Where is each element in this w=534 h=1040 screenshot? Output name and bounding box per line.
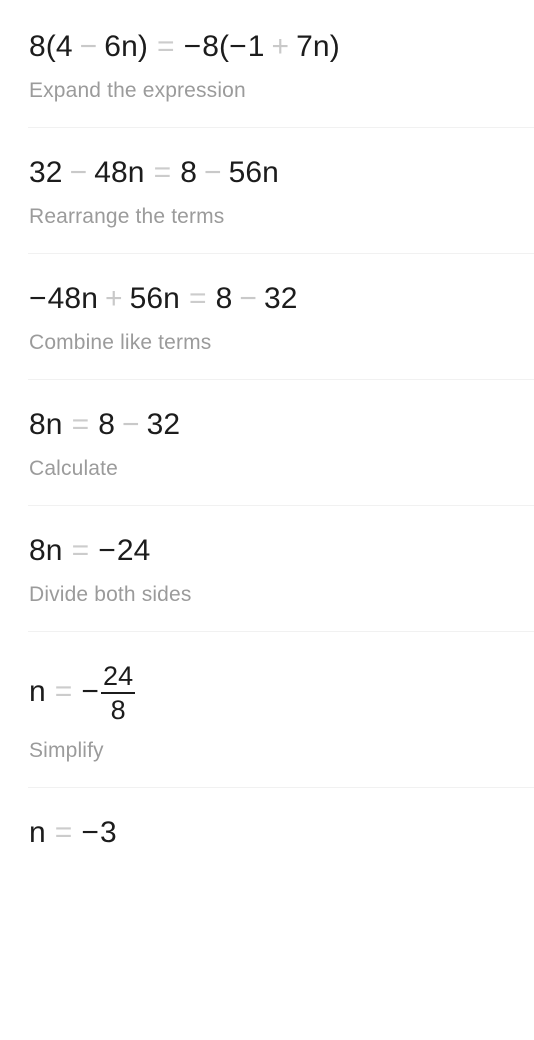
- equation-term: 8n: [29, 408, 63, 441]
- operator-symbol: −: [239, 282, 258, 315]
- equation: n = −24 8: [29, 658, 522, 726]
- solution-steps-list: 8(4−6n) = −8(−1 +7n) Expand the expression 32…: [0, 0, 534, 874]
- equation-term: 32: [264, 282, 298, 315]
- step-caption: Simplify: [29, 739, 104, 762]
- operator-symbol: −: [122, 408, 140, 441]
- equation-term: 48n: [47, 282, 98, 315]
- equation-term: 8: [98, 408, 115, 441]
- equation-term: 8n: [29, 534, 63, 567]
- equation-term: 48n: [94, 156, 145, 189]
- step-caption: Combine like terms: [29, 331, 212, 354]
- step-caption: Calculate: [29, 457, 118, 480]
- solution-step: 8n = −24 Divide both sides: [28, 505, 534, 631]
- equals-symbol: =: [156, 30, 175, 63]
- equation-term: 56n: [129, 282, 180, 315]
- operator-symbol: −: [79, 30, 98, 63]
- equation-term: 8(: [202, 30, 230, 63]
- equation-term: 32: [29, 156, 63, 189]
- negative-sign: −: [81, 816, 100, 849]
- equation-term: 8(4: [29, 30, 73, 63]
- negative-sign: −: [98, 534, 116, 567]
- equation: 8n = 8−32: [29, 406, 522, 444]
- fraction-numerator: 24: [103, 660, 134, 691]
- solution-step-body: 8n = −24 Divide both sides: [29, 506, 522, 631]
- fraction: 24 8: [101, 660, 136, 725]
- equation-term: 32: [146, 408, 181, 441]
- operator-symbol: +: [271, 30, 290, 63]
- solution-step: 32−48n = 8−56n Rearrange the terms: [28, 127, 534, 253]
- solution-step-body: 8n = 8−32 Calculate: [29, 380, 522, 505]
- solution-step: 8n = 8−32 Calculate: [28, 379, 534, 505]
- operator-symbol: +: [104, 282, 123, 315]
- equation-term: 56n: [228, 156, 279, 189]
- equals-symbol: =: [153, 156, 172, 189]
- solution-step-body: n = −3: [29, 788, 522, 874]
- equation: 32−48n = 8−56n: [29, 154, 522, 192]
- solution-step: n = −24 8 Simplify: [28, 631, 534, 787]
- solution-step: −48n +56n = 8−32 Combine like terms: [28, 253, 534, 379]
- equation: −48n +56n = 8−32: [29, 280, 522, 318]
- equation-term: 7n): [296, 30, 340, 63]
- negative-sign: −: [29, 282, 47, 315]
- operator-symbol: −: [69, 156, 88, 189]
- solution-step-body: −48n +56n = 8−32 Combine like terms: [29, 254, 522, 379]
- negative-sign: −: [81, 675, 100, 708]
- step-caption: Expand the expression: [29, 79, 246, 102]
- step-caption: Divide both sides: [29, 583, 192, 606]
- equation: n = −3: [29, 814, 522, 852]
- equation: 8n = −24: [29, 532, 522, 570]
- negative-sign: −: [229, 30, 247, 63]
- equation-term: 8: [215, 282, 233, 315]
- equation-term: 6n): [104, 30, 148, 63]
- equals-symbol: =: [71, 408, 90, 441]
- step-caption: Rearrange the terms: [29, 205, 225, 228]
- negative-sign: −: [183, 30, 202, 63]
- operator-symbol: −: [203, 156, 222, 189]
- solution-step: 8(4−6n) = −8(−1 +7n) Expand the expression: [0, 2, 534, 127]
- fraction-bar: [101, 691, 136, 694]
- equation-term: 1: [247, 30, 265, 63]
- equation-term: n: [29, 675, 46, 708]
- equals-symbol: =: [54, 816, 73, 849]
- equals-symbol: =: [188, 282, 207, 315]
- solution-step-body: 8(4−6n) = −8(−1 +7n) Expand the expression: [29, 2, 522, 127]
- solution-step-body: 32−48n = 8−56n Rearrange the terms: [29, 128, 522, 253]
- equals-symbol: =: [54, 675, 73, 708]
- fraction-denominator: 8: [110, 694, 126, 725]
- solution-step-body: n = −24 8 Simplify: [29, 632, 522, 787]
- equation: 8(4−6n) = −8(−1 +7n): [29, 28, 522, 66]
- equation-term: 3: [100, 816, 117, 849]
- equation-term: n: [29, 816, 46, 849]
- equation-term: 24: [116, 534, 151, 567]
- equals-symbol: =: [71, 534, 90, 567]
- solution-step: n = −3: [28, 787, 534, 874]
- equation-term: 8: [180, 156, 197, 189]
